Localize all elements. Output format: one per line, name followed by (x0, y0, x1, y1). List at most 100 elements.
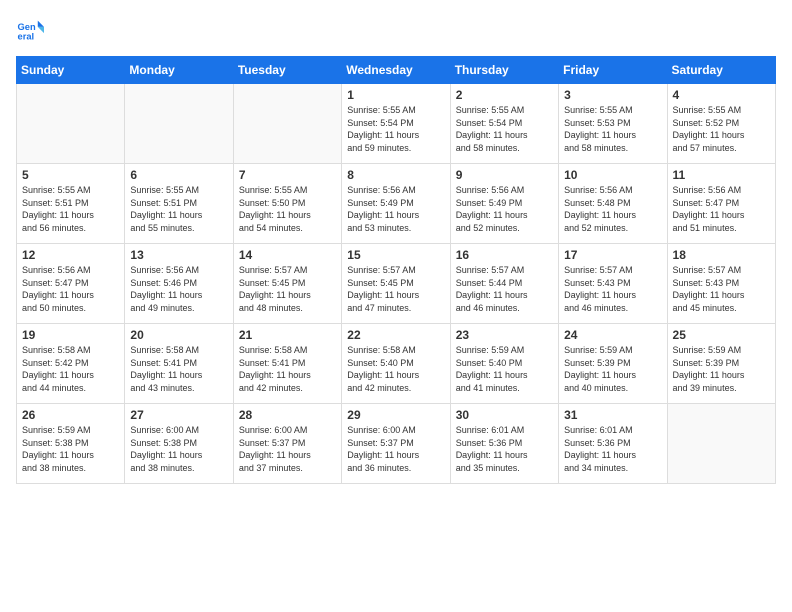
day-number: 15 (347, 248, 444, 262)
day-info: Sunrise: 5:59 AM Sunset: 5:39 PM Dayligh… (673, 344, 770, 394)
day-info: Sunrise: 5:57 AM Sunset: 5:44 PM Dayligh… (456, 264, 553, 314)
calendar-cell: 29 Sunrise: 6:00 AM Sunset: 5:37 PM Dayli… (342, 404, 450, 484)
calendar-cell: 4 Sunrise: 5:55 AM Sunset: 5:52 PM Daylig… (667, 84, 775, 164)
calendar-week-row: 5 Sunrise: 5:55 AM Sunset: 5:51 PM Daylig… (17, 164, 776, 244)
calendar-cell: 24 Sunrise: 5:59 AM Sunset: 5:39 PM Dayli… (559, 324, 667, 404)
calendar-cell: 31 Sunrise: 6:01 AM Sunset: 5:36 PM Dayli… (559, 404, 667, 484)
day-info: Sunrise: 6:00 AM Sunset: 5:37 PM Dayligh… (347, 424, 444, 474)
day-number: 14 (239, 248, 336, 262)
calendar-week-row: 1 Sunrise: 5:55 AM Sunset: 5:54 PM Daylig… (17, 84, 776, 164)
day-number: 6 (130, 168, 227, 182)
calendar-cell: 20Sunrise: 5:58 AM Sunset: 5:41 PM Dayli… (125, 324, 233, 404)
day-info: Sunrise: 5:55 AM Sunset: 5:53 PM Dayligh… (564, 104, 661, 154)
calendar-cell: 27 Sunrise: 6:00 AM Sunset: 5:38 PM Dayli… (125, 404, 233, 484)
day-number: 29 (347, 408, 444, 422)
calendar-table: SundayMondayTuesdayWednesdayThursdayFrid… (16, 56, 776, 484)
day-number: 27 (130, 408, 227, 422)
day-header-tuesday: Tuesday (233, 57, 341, 84)
calendar-cell: 11 Sunrise: 5:56 AM Sunset: 5:47 PM Dayli… (667, 164, 775, 244)
day-number: 7 (239, 168, 336, 182)
day-info: Sunrise: 5:57 AM Sunset: 5:43 PM Dayligh… (564, 264, 661, 314)
day-header-thursday: Thursday (450, 57, 558, 84)
calendar-cell: 16 Sunrise: 5:57 AM Sunset: 5:44 PM Dayli… (450, 244, 558, 324)
day-number: 4 (673, 88, 770, 102)
day-info: Sunrise: 5:55 AM Sunset: 5:50 PM Dayligh… (239, 184, 336, 234)
calendar-cell: 5 Sunrise: 5:55 AM Sunset: 5:51 PM Daylig… (17, 164, 125, 244)
calendar-cell: 15Sunrise: 5:57 AM Sunset: 5:45 PM Dayli… (342, 244, 450, 324)
day-number: 11 (673, 168, 770, 182)
day-number: 28 (239, 408, 336, 422)
day-info: Sunrise: 5:58 AM Sunset: 5:40 PM Dayligh… (347, 344, 444, 394)
calendar-cell: 9Sunrise: 5:56 AM Sunset: 5:49 PM Daylig… (450, 164, 558, 244)
day-header-monday: Monday (125, 57, 233, 84)
day-number: 3 (564, 88, 661, 102)
day-info: Sunrise: 5:59 AM Sunset: 5:38 PM Dayligh… (22, 424, 119, 474)
day-header-wednesday: Wednesday (342, 57, 450, 84)
day-number: 12 (22, 248, 119, 262)
calendar-cell (17, 84, 125, 164)
calendar-cell: 22 Sunrise: 5:58 AM Sunset: 5:40 PM Dayli… (342, 324, 450, 404)
day-number: 26 (22, 408, 119, 422)
calendar-cell: 14 Sunrise: 5:57 AM Sunset: 5:45 PM Dayli… (233, 244, 341, 324)
day-info: Sunrise: 5:59 AM Sunset: 5:39 PM Dayligh… (564, 344, 661, 394)
day-number: 24 (564, 328, 661, 342)
calendar-cell: 12 Sunrise: 5:56 AM Sunset: 5:47 PM Dayli… (17, 244, 125, 324)
day-header-saturday: Saturday (667, 57, 775, 84)
calendar-cell: 6Sunrise: 5:55 AM Sunset: 5:51 PM Daylig… (125, 164, 233, 244)
calendar-cell: 17Sunrise: 5:57 AM Sunset: 5:43 PM Dayli… (559, 244, 667, 324)
calendar-cell: 25Sunrise: 5:59 AM Sunset: 5:39 PM Dayli… (667, 324, 775, 404)
day-number: 21 (239, 328, 336, 342)
calendar-week-row: 26 Sunrise: 5:59 AM Sunset: 5:38 PM Dayli… (17, 404, 776, 484)
day-number: 2 (456, 88, 553, 102)
day-number: 9 (456, 168, 553, 182)
calendar-cell: 28 Sunrise: 6:00 AM Sunset: 5:37 PM Dayli… (233, 404, 341, 484)
calendar-cell: 3 Sunrise: 5:55 AM Sunset: 5:53 PM Daylig… (559, 84, 667, 164)
day-number: 31 (564, 408, 661, 422)
day-info: Sunrise: 6:01 AM Sunset: 5:36 PM Dayligh… (564, 424, 661, 474)
page-header: Gen eral (16, 16, 776, 44)
logo-icon: Gen eral (16, 16, 44, 44)
calendar-cell (125, 84, 233, 164)
day-number: 5 (22, 168, 119, 182)
calendar-cell: 13Sunrise: 5:56 AM Sunset: 5:46 PM Dayli… (125, 244, 233, 324)
day-info: Sunrise: 5:57 AM Sunset: 5:45 PM Dayligh… (239, 264, 336, 314)
day-info: Sunrise: 6:00 AM Sunset: 5:38 PM Dayligh… (130, 424, 227, 474)
calendar-cell (233, 84, 341, 164)
day-info: Sunrise: 6:01 AM Sunset: 5:36 PM Dayligh… (456, 424, 553, 474)
day-number: 1 (347, 88, 444, 102)
day-info: Sunrise: 5:58 AM Sunset: 5:42 PM Dayligh… (22, 344, 119, 394)
day-number: 8 (347, 168, 444, 182)
calendar-cell: 21 Sunrise: 5:58 AM Sunset: 5:41 PM Dayli… (233, 324, 341, 404)
calendar-cell: 30 Sunrise: 6:01 AM Sunset: 5:36 PM Dayli… (450, 404, 558, 484)
day-info: Sunrise: 6:00 AM Sunset: 5:37 PM Dayligh… (239, 424, 336, 474)
calendar-week-row: 12 Sunrise: 5:56 AM Sunset: 5:47 PM Dayli… (17, 244, 776, 324)
calendar-cell: 7 Sunrise: 5:55 AM Sunset: 5:50 PM Daylig… (233, 164, 341, 244)
day-info: Sunrise: 5:55 AM Sunset: 5:51 PM Dayligh… (22, 184, 119, 234)
calendar-cell: 8Sunrise: 5:56 AM Sunset: 5:49 PM Daylig… (342, 164, 450, 244)
day-info: Sunrise: 5:59 AM Sunset: 5:40 PM Dayligh… (456, 344, 553, 394)
day-info: Sunrise: 5:56 AM Sunset: 5:47 PM Dayligh… (22, 264, 119, 314)
day-number: 22 (347, 328, 444, 342)
svg-text:eral: eral (18, 31, 35, 41)
day-info: Sunrise: 5:58 AM Sunset: 5:41 PM Dayligh… (239, 344, 336, 394)
calendar-cell: 10 Sunrise: 5:56 AM Sunset: 5:48 PM Dayli… (559, 164, 667, 244)
calendar-header-row: SundayMondayTuesdayWednesdayThursdayFrid… (17, 57, 776, 84)
day-number: 30 (456, 408, 553, 422)
svg-text:Gen: Gen (18, 22, 36, 32)
day-info: Sunrise: 5:56 AM Sunset: 5:46 PM Dayligh… (130, 264, 227, 314)
day-info: Sunrise: 5:56 AM Sunset: 5:48 PM Dayligh… (564, 184, 661, 234)
day-number: 19 (22, 328, 119, 342)
day-info: Sunrise: 5:57 AM Sunset: 5:43 PM Dayligh… (673, 264, 770, 314)
day-info: Sunrise: 5:55 AM Sunset: 5:54 PM Dayligh… (347, 104, 444, 154)
calendar-cell: 26 Sunrise: 5:59 AM Sunset: 5:38 PM Dayli… (17, 404, 125, 484)
day-info: Sunrise: 5:56 AM Sunset: 5:47 PM Dayligh… (673, 184, 770, 234)
day-number: 10 (564, 168, 661, 182)
day-header-sunday: Sunday (17, 57, 125, 84)
day-number: 18 (673, 248, 770, 262)
day-number: 23 (456, 328, 553, 342)
calendar-cell: 19 Sunrise: 5:58 AM Sunset: 5:42 PM Dayli… (17, 324, 125, 404)
day-info: Sunrise: 5:55 AM Sunset: 5:52 PM Dayligh… (673, 104, 770, 154)
day-info: Sunrise: 5:58 AM Sunset: 5:41 PM Dayligh… (130, 344, 227, 394)
logo: Gen eral (16, 16, 48, 44)
day-number: 16 (456, 248, 553, 262)
